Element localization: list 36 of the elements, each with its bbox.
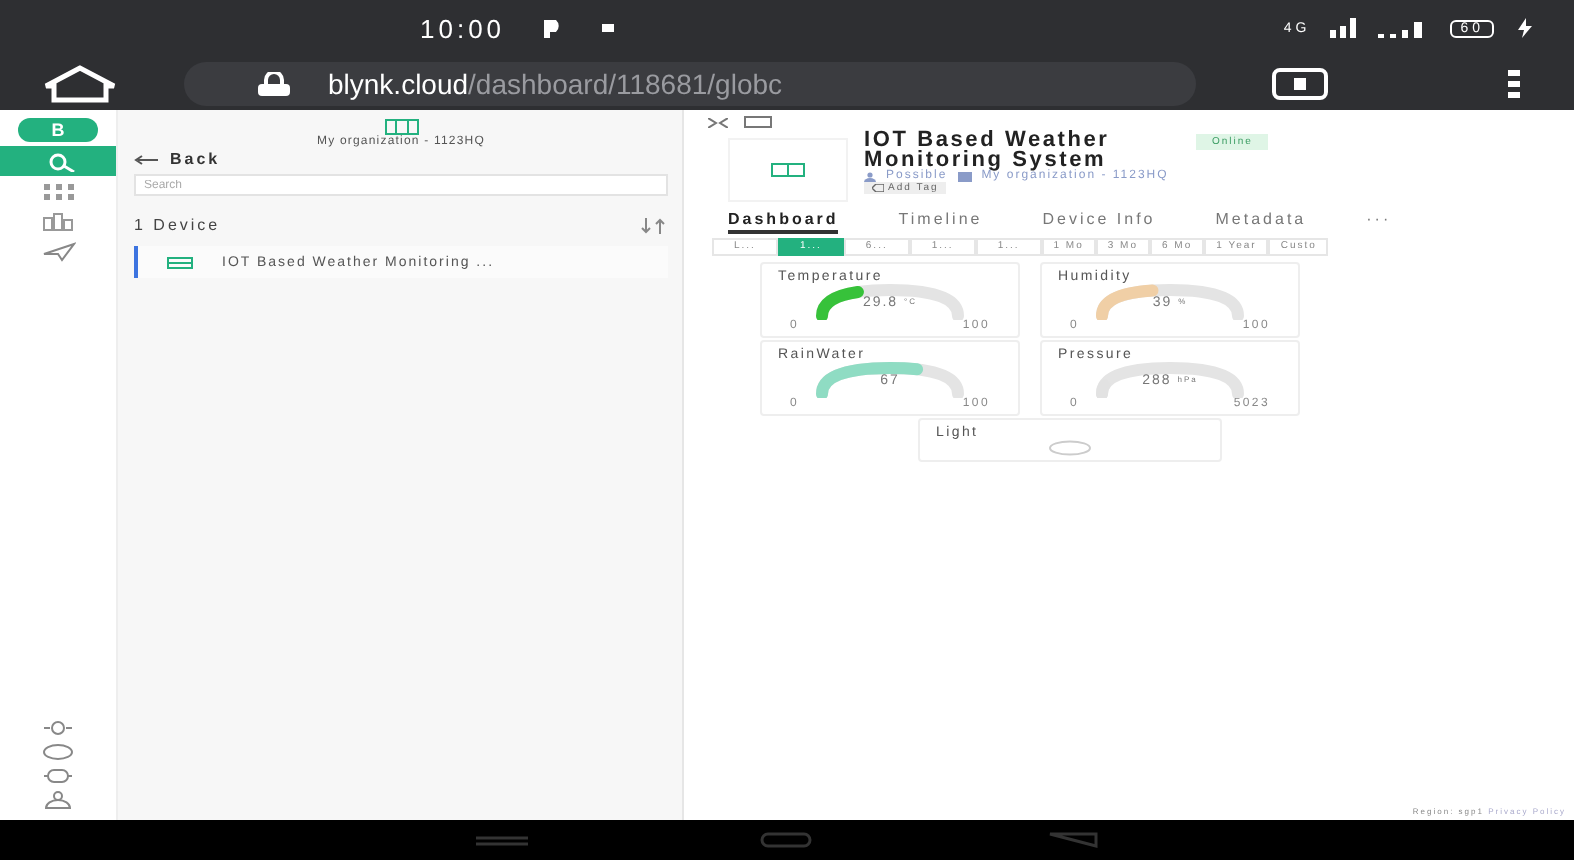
notification-icon <box>601 24 614 32</box>
back-link[interactable]: Back <box>134 150 221 168</box>
charging-icon <box>1514 18 1534 38</box>
sort-icon[interactable] <box>640 217 668 233</box>
chart-icon <box>41 211 75 231</box>
chip-icon <box>770 162 806 178</box>
led-indicator <box>1048 440 1092 456</box>
home-button[interactable] <box>40 63 120 103</box>
organization-icon <box>957 171 972 181</box>
nav-item[interactable] <box>0 146 116 176</box>
person-icon <box>864 171 876 181</box>
back-arrow-icon <box>134 153 158 165</box>
tab[interactable]: Device Info <box>1042 210 1156 234</box>
organization-icon <box>383 118 419 136</box>
lock-icon <box>256 71 292 95</box>
tab[interactable]: ··· <box>1366 210 1392 234</box>
tab[interactable]: Dashboard <box>728 210 839 234</box>
tabs-icon[interactable] <box>1272 67 1328 99</box>
collapse-icon[interactable] <box>708 117 728 127</box>
tag-icon <box>872 184 884 192</box>
address-bar[interactable]: blynk.cloud/dashboard/118681/globc <box>184 61 1196 105</box>
window-icon[interactable] <box>744 116 772 128</box>
send-icon <box>41 241 75 261</box>
person-icon[interactable] <box>42 790 74 810</box>
menu-icon[interactable] <box>1508 69 1520 97</box>
signal-icon <box>1330 18 1359 38</box>
chat-icon[interactable] <box>42 742 74 762</box>
chip-icon <box>166 255 194 269</box>
clock: 10:00 <box>420 13 506 43</box>
logo[interactable]: B <box>18 118 98 142</box>
url-text: blynk.cloud/dashboard/118681/globc <box>328 67 783 99</box>
device-count: 1 Device <box>134 216 221 234</box>
tab[interactable]: Metadata <box>1215 210 1307 234</box>
tab[interactable]: Timeline <box>898 210 983 234</box>
grid-icon <box>41 181 75 201</box>
device-title: IOT Based Weather Monitoring System <box>864 130 1112 170</box>
